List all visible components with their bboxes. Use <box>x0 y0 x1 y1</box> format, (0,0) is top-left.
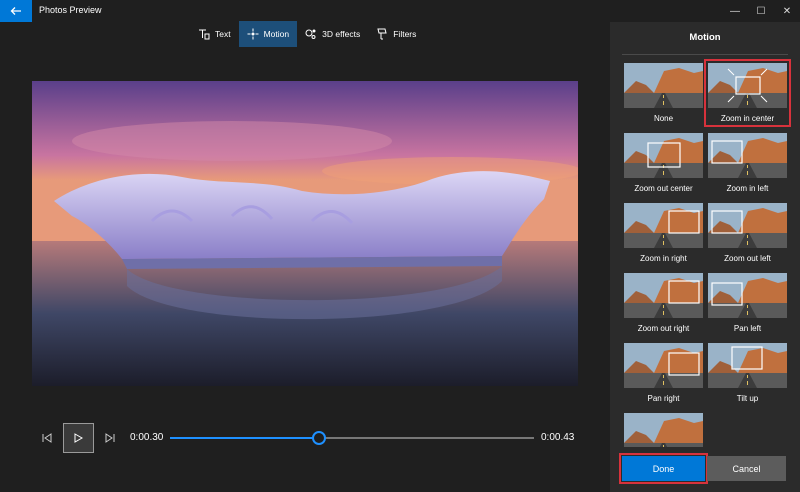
effects-toolbar: Text Motion 3D effects Filters <box>190 21 424 47</box>
total-time: 0:00.43 <box>541 432 575 443</box>
motion-option-label: Zoom in left <box>726 184 769 193</box>
motion-option-thumbnail <box>708 273 787 318</box>
back-arrow-icon <box>10 7 21 15</box>
motion-option[interactable]: Zoom out right <box>624 273 703 333</box>
motion-option[interactable]: Zoom in center <box>704 59 791 127</box>
current-time: 0:00.30 <box>130 432 164 443</box>
motion-option-label: Zoom out center <box>634 184 693 193</box>
window-controls: — ☐ ✕ <box>722 0 800 22</box>
seek-progress <box>170 437 320 439</box>
motion-option-thumbnail <box>624 133 703 178</box>
tab-3d-effects-label: 3D effects <box>322 29 361 39</box>
title-bar: Photos Preview — ☐ ✕ <box>0 0 800 22</box>
motion-option-thumbnail <box>624 273 703 318</box>
previous-frame-icon[interactable] <box>40 431 54 445</box>
motion-icon <box>247 28 259 40</box>
back-button[interactable] <box>0 0 32 22</box>
play-button[interactable] <box>63 423 94 453</box>
motion-option[interactable]: Zoom out left <box>708 203 787 263</box>
play-icon <box>74 433 83 443</box>
panel-title: Motion <box>689 32 721 43</box>
tab-3d-effects[interactable]: 3D effects <box>297 21 368 47</box>
motion-option-label: Zoom in center <box>720 114 775 123</box>
tab-filters[interactable]: Filters <box>368 21 424 47</box>
motion-option-label: Zoom out left <box>724 254 771 263</box>
divider <box>622 54 788 55</box>
motion-option-thumbnail <box>708 133 787 178</box>
motion-option[interactable]: Tilt up <box>708 343 787 403</box>
motion-option-thumbnail <box>624 343 703 388</box>
motion-option-label: Pan right <box>647 394 680 403</box>
tab-text-label: Text <box>215 29 231 39</box>
close-button[interactable]: ✕ <box>774 0 800 22</box>
app-title: Photos Preview <box>39 5 102 15</box>
maximize-button[interactable]: ☐ <box>748 0 774 22</box>
tab-text[interactable]: Text <box>190 21 239 47</box>
motion-option-thumbnail <box>624 203 703 248</box>
cancel-button[interactable]: Cancel <box>707 456 786 481</box>
motion-option-thumbnail <box>708 203 787 248</box>
tab-filters-label: Filters <box>393 29 417 39</box>
seek-thumb[interactable] <box>312 431 327 445</box>
filters-icon <box>377 28 387 40</box>
video-preview <box>32 81 578 386</box>
motion-option-label: Zoom out right <box>637 324 690 333</box>
done-button[interactable]: Done <box>619 453 708 484</box>
motion-option[interactable]: Pan left <box>708 273 787 333</box>
text-icon <box>199 29 210 40</box>
motion-option[interactable]: Zoom out center <box>624 133 703 193</box>
motion-option-label: Zoom in right <box>640 254 687 263</box>
motion-option[interactable]: Pan right <box>624 343 703 403</box>
seek-slider[interactable] <box>170 431 534 445</box>
motion-option[interactable]: None <box>624 63 703 123</box>
tab-motion[interactable]: Motion <box>238 21 298 47</box>
motion-option-thumbnail <box>708 343 787 388</box>
motion-option[interactable]: Zoom in left <box>708 133 787 193</box>
next-frame-icon[interactable] <box>103 431 117 445</box>
motion-option[interactable]: Zoom in right <box>624 203 703 263</box>
motion-option-label: None <box>653 114 674 123</box>
motion-option[interactable] <box>624 413 703 447</box>
minimize-button[interactable]: — <box>722 0 748 22</box>
motion-option-thumbnail <box>624 63 703 108</box>
motion-option-thumbnail <box>624 413 703 447</box>
motion-option-label: Pan left <box>733 324 762 333</box>
3d-effects-icon <box>305 29 316 39</box>
motion-option-thumbnail <box>708 63 787 108</box>
tab-motion-label: Motion <box>263 29 290 39</box>
motion-option-label: Tilt up <box>736 394 759 403</box>
